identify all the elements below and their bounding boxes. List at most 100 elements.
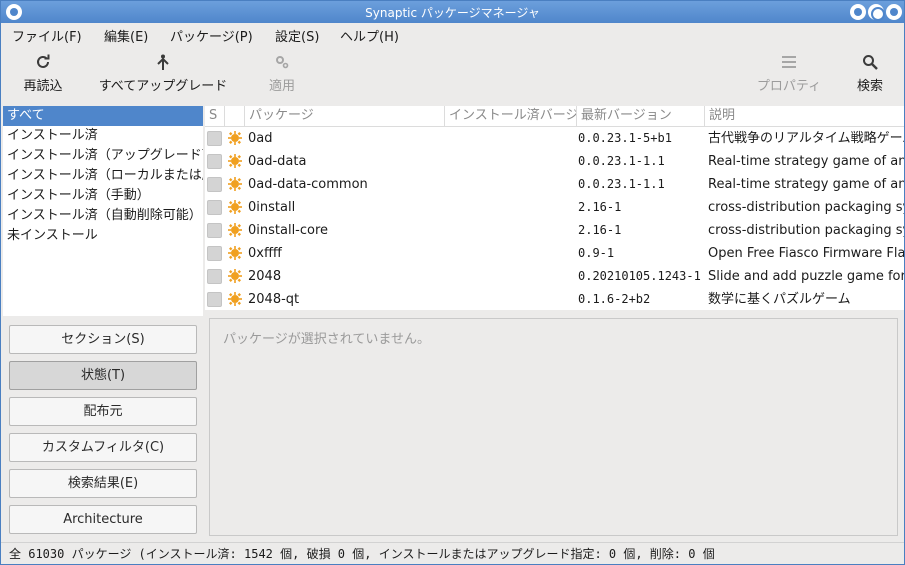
package-description: Real-time strategy game of ancient warfa… <box>708 154 904 169</box>
table-row[interactable]: 0ad-data 0.0.23.1-1.1 Real-time strategy g… <box>205 150 904 173</box>
supported-status-icon <box>228 269 242 283</box>
menu-help[interactable]: ヘルプ(H) <box>340 26 399 45</box>
table-row[interactable]: 0install 2.16-1 cross-distribution packagi… <box>205 196 904 219</box>
menu-settings[interactable]: 設定(S) <box>275 26 319 45</box>
latest-version: 0.0.23.1-5+b1 <box>578 131 672 145</box>
package-name: 0ad-data <box>248 154 307 169</box>
package-description: Real-time strategy game of ancient warfa… <box>708 177 904 192</box>
minimize-icon[interactable] <box>850 4 866 20</box>
latest-version: 0.20210105.1243-1 <box>578 269 701 283</box>
supported-status-icon <box>228 292 242 306</box>
table-row[interactable]: 2048-qt 0.1.6-2+b2 数学に基くパズルゲーム <box>205 288 904 310</box>
toolbar: 再読込 すべてアップグレード 適用 プロパティ 検索 <box>1 45 904 105</box>
status-button[interactable]: 状態(T) <box>9 361 197 390</box>
package-mark-checkbox[interactable] <box>207 246 222 261</box>
filter-item-upgradable[interactable]: インストール済（アップグレード可能） <box>3 146 203 166</box>
menu-file[interactable]: ファイル(F) <box>12 26 82 45</box>
supported-status-icon <box>228 131 242 145</box>
filter-item-not-installed[interactable]: 未インストール <box>3 226 203 246</box>
package-mark-checkbox[interactable] <box>207 131 222 146</box>
window-title: Synaptic パッケージマネージャ <box>365 6 540 20</box>
table-row[interactable]: 0xffff 0.9-1 Open Free Fiasco Firmware Fla… <box>205 242 904 265</box>
column-package[interactable]: パッケージ <box>245 106 445 127</box>
package-mark-checkbox[interactable] <box>207 269 222 284</box>
upgrade-icon <box>93 53 233 75</box>
latest-version: 2.16-1 <box>578 223 622 237</box>
architecture-button[interactable]: Architecture <box>9 505 197 534</box>
filter-item-local-obsolete[interactable]: インストール済（ローカルまたは廃止） <box>3 166 203 186</box>
package-name: 0xffff <box>248 246 282 261</box>
properties-button[interactable]: プロパティ <box>749 53 829 94</box>
table-row[interactable]: 2048 0.20210105.1243-1 Slide and add puzzl… <box>205 265 904 288</box>
supported-status-icon <box>228 177 242 191</box>
package-mark-checkbox[interactable] <box>207 292 222 307</box>
installed-version <box>449 219 577 242</box>
apply-button[interactable]: 適用 <box>260 53 304 94</box>
properties-label: プロパティ <box>756 79 822 94</box>
package-mark-checkbox[interactable] <box>207 177 222 192</box>
menu-edit[interactable]: 編集(E) <box>104 26 148 45</box>
package-description: Open Free Fiasco Firmware Flasher <box>708 246 904 261</box>
installed-version <box>449 265 577 288</box>
package-mark-checkbox[interactable] <box>207 154 222 169</box>
latest-version: 0.1.6-2+b2 <box>578 292 651 306</box>
latest-version: 2.16-1 <box>578 200 622 214</box>
menu-bar: ファイル(F) 編集(E) パッケージ(P) 設定(S) ヘルプ(H) <box>1 23 904 45</box>
reload-button[interactable]: 再読込 <box>19 53 67 94</box>
upgrade-all-label: すべてアップグレード <box>98 79 228 94</box>
package-mark-checkbox[interactable] <box>207 223 222 238</box>
column-status[interactable]: S <box>205 106 225 127</box>
reload-icon <box>19 53 67 75</box>
installed-version <box>449 127 577 150</box>
column-latest-version[interactable]: 最新バージョン <box>577 106 705 127</box>
latest-version: 0.0.23.1-1.1 <box>578 154 665 168</box>
installed-version <box>449 173 577 196</box>
title-bar: Synaptic パッケージマネージャ <box>1 1 904 23</box>
supported-status-icon <box>228 223 242 237</box>
supported-status-icon <box>228 154 242 168</box>
origin-button[interactable]: 配布元 <box>9 397 197 426</box>
installed-version <box>449 196 577 219</box>
package-details-pane: パッケージが選択されていません。 <box>209 318 898 536</box>
upgrade-all-button[interactable]: すべてアップグレード <box>93 53 233 94</box>
filter-item-all[interactable]: すべて <box>3 106 203 126</box>
gear-icon <box>260 53 304 75</box>
installed-version <box>449 242 577 265</box>
no-package-selected-message: パッケージが選択されていません。 <box>223 332 430 347</box>
close-icon[interactable] <box>886 4 902 20</box>
column-installed-version[interactable]: インストール済バージョン <box>445 106 577 127</box>
status-bar: 全 61030 パッケージ (インストール済: 1542 個, 破損 0 個, … <box>1 542 904 564</box>
package-name: 0ad-data-common <box>248 177 368 192</box>
package-name: 0install <box>248 200 296 215</box>
filter-item-manual[interactable]: インストール済（手動） <box>3 186 203 206</box>
package-name: 2048-qt <box>248 292 300 307</box>
supported-status-icon <box>228 200 242 214</box>
menu-package[interactable]: パッケージ(P) <box>170 26 253 45</box>
search-results-button[interactable]: 検索結果(E) <box>9 469 197 498</box>
package-table: S パッケージ インストール済バージョン 最新バージョン 説明 0ad 0.0.2… <box>205 106 904 310</box>
supported-status-icon <box>228 246 242 260</box>
search-button[interactable]: 検索 <box>851 53 889 94</box>
column-support[interactable] <box>225 106 245 127</box>
filter-item-installed[interactable]: インストール済 <box>3 126 203 146</box>
table-row[interactable]: 0ad 0.0.23.1-5+b1 古代戦争のリアルタイム戦略ゲーム <box>205 127 904 150</box>
maximize-icon[interactable] <box>868 4 885 21</box>
filter-item-autoremovable[interactable]: インストール済（自動削除可能） <box>3 206 203 226</box>
list-icon <box>749 53 829 75</box>
column-description[interactable]: 説明 <box>705 106 904 127</box>
sections-button[interactable]: セクション(S) <box>9 325 197 354</box>
table-row[interactable]: 0ad-data-common 0.0.23.1-1.1 Real-time str… <box>205 173 904 196</box>
package-name: 0install-core <box>248 223 329 238</box>
package-description: 数学に基くパズルゲーム <box>708 292 851 307</box>
package-mark-checkbox[interactable] <box>207 200 222 215</box>
reload-label: 再読込 <box>23 79 63 94</box>
package-name: 0ad <box>248 131 273 146</box>
package-description: 古代戦争のリアルタイム戦略ゲーム <box>708 131 904 146</box>
table-row[interactable]: 0install-core 2.16-1 cross-distribution pa… <box>205 219 904 242</box>
package-description: Slide and add puzzle game for text mode <box>708 269 904 284</box>
package-description: cross-distribution packaging system <box>708 200 904 215</box>
custom-filter-button[interactable]: カスタムフィルタ(C) <box>9 433 197 462</box>
installed-version <box>449 150 577 173</box>
apply-label: 適用 <box>268 79 295 94</box>
latest-version: 0.9-1 <box>578 246 615 260</box>
